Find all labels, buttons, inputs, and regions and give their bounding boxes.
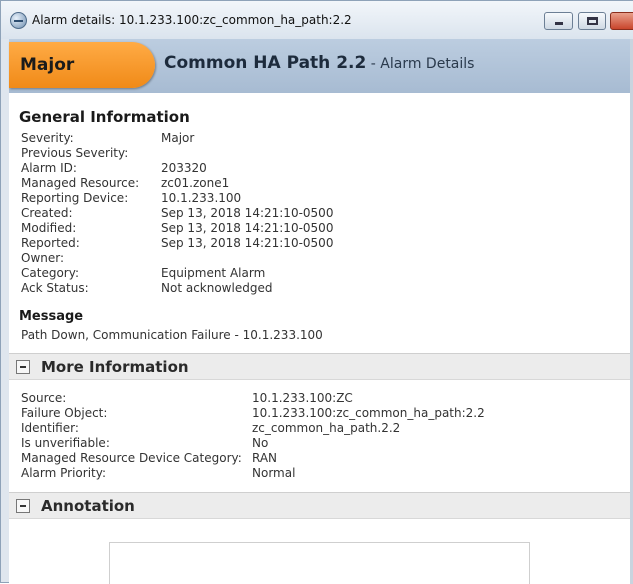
info-row-label: Previous Severity: [21,146,129,160]
info-row-value: 10.1.233.100:ZC [252,391,353,405]
info-row-label: Reporting Device: [21,191,129,205]
info-row-label: Identifier: [21,421,79,435]
info-row-value: Sep 13, 2018 14:21:10-0500 [161,236,334,250]
window-title: Alarm details: 10.1.233.100:zc_common_ha… [32,13,352,27]
info-row-label: Modified: [21,221,77,235]
info-row-value: 10.1.233.100:zc_common_ha_path:2.2 [252,406,485,420]
info-row-value: Not acknowledged [161,281,273,295]
info-row-label: Source: [21,391,67,405]
maximize-icon [587,17,598,25]
alarm-header: Major Common HA Path 2.2 - Alarm Details [9,39,633,93]
more-information-heading: More Information [41,358,189,376]
info-row-label: Created: [21,206,73,220]
info-row: Failure Object: 10.1.233.100:zc_common_ha… [21,406,621,421]
info-row-value: RAN [252,451,278,465]
title-bar[interactable]: Alarm details: 10.1.233.100:zc_common_ha… [1,1,633,39]
close-button[interactable] [610,12,633,30]
info-row-label: Category: [21,266,79,280]
annotation-heading: Annotation [41,497,135,515]
more-information-section-header[interactable]: More Information [9,353,633,380]
info-row-label: Alarm Priority: [21,466,107,480]
info-row-value: Normal [252,466,296,480]
info-row-value: Equipment Alarm [161,266,266,280]
info-row: Alarm ID: 203320 [21,161,621,176]
app-globe-icon [10,12,27,29]
info-row-value: Major [161,131,195,145]
info-row-label: Owner: [21,251,65,265]
info-row: Reported: Sep 13, 2018 14:21:10-0500 [21,236,621,251]
maximize-button[interactable] [578,12,606,30]
alarm-subtitle: - Alarm Details [366,56,475,72]
info-row: Created: Sep 13, 2018 14:21:10-0500 [21,206,621,221]
page-title: Common HA Path 2.2 - Alarm Details [164,53,474,73]
info-row-value: No [252,436,269,450]
annotation-textarea[interactable] [109,542,530,584]
info-row-value: Sep 13, 2018 14:21:10-0500 [161,206,334,220]
info-row-label: Reported: [21,236,80,250]
general-information-heading: General Information [19,108,190,126]
collapse-icon[interactable] [16,360,30,374]
info-row: Source: 10.1.233.100:ZC [21,391,621,406]
info-row: Reporting Device: 10.1.233.100 [21,191,621,206]
info-row-value: zc_common_ha_path.2.2 [252,421,401,435]
info-row: Modified: Sep 13, 2018 14:21:10-0500 [21,221,621,236]
info-row-label: Severity: [21,131,74,145]
annotation-section-header[interactable]: Annotation [9,492,633,519]
minimize-button[interactable] [544,12,573,30]
collapse-icon[interactable] [16,499,30,513]
message-heading: Message [19,309,84,324]
info-row: Owner: [21,251,621,266]
severity-badge: Major [9,42,155,88]
info-row: Category: Equipment Alarm [21,266,621,281]
info-row-label: Ack Status: [21,281,89,295]
info-row-label: Managed Resource: [21,176,140,190]
info-row-value: zc01.zone1 [161,176,230,190]
info-row-value: 10.1.233.100 [161,191,242,205]
alarm-details-content[interactable]: General Information Severity: Major Previo… [9,93,633,584]
info-row: Severity: Major [21,131,621,146]
info-row-label: Alarm ID: [21,161,77,175]
minimize-icon [555,22,563,25]
alarm-title: Common HA Path 2.2 [164,53,367,73]
info-row: Is unverifiable: No [21,436,621,451]
info-row: Managed Resource Device Category: RAN [21,451,621,466]
severity-badge-label: Major [20,55,75,75]
info-row-value: 203320 [161,161,207,175]
info-row: Managed Resource: zc01.zone1 [21,176,621,191]
info-row: Alarm Priority: Normal [21,466,621,481]
info-row-label: Managed Resource Device Category: [21,451,242,465]
alarm-details-window: Alarm details: 10.1.233.100:zc_common_ha… [0,0,633,584]
info-row: Identifier: zc_common_ha_path.2.2 [21,421,621,436]
info-row: Ack Status: Not acknowledged [21,281,621,296]
message-text: Path Down, Communication Failure - 10.1.… [21,328,323,342]
info-row: Previous Severity: [21,146,621,161]
info-row-value: Sep 13, 2018 14:21:10-0500 [161,221,334,235]
info-row-label: Is unverifiable: [21,436,110,450]
info-row-label: Failure Object: [21,406,108,420]
